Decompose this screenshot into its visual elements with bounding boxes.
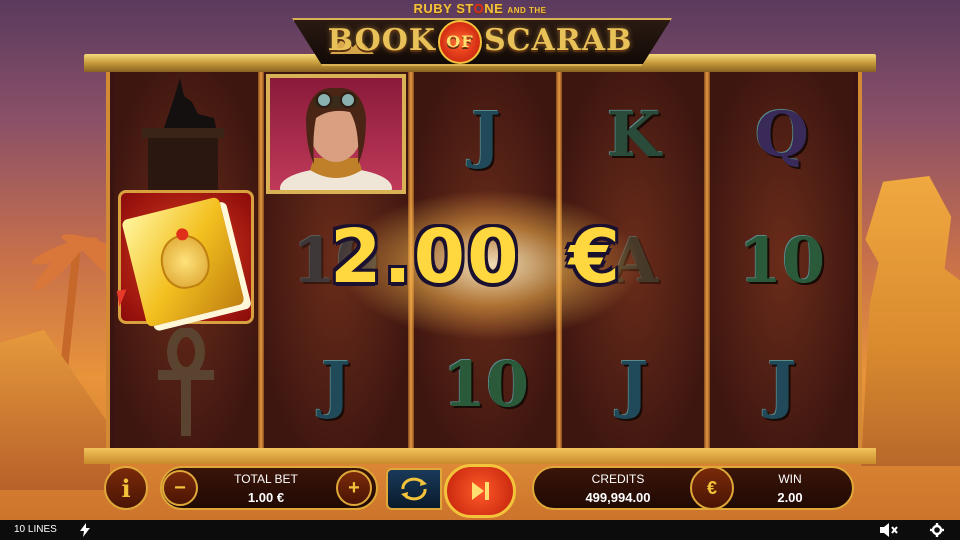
reel5-row1-symbol: Q	[754, 97, 809, 171]
win-label: WIN	[778, 472, 802, 486]
anubis-symbol	[142, 78, 224, 190]
book-scatter-symbol	[118, 190, 254, 328]
logo-of-badge: OF	[437, 20, 482, 64]
win-value: 2.00	[777, 490, 803, 505]
currency-toggle-button[interactable]: €	[690, 466, 734, 510]
play-skip-icon	[472, 482, 489, 500]
turbo-icon[interactable]	[80, 523, 90, 537]
reel5-row3-symbol: J	[767, 347, 797, 421]
lines-indicator: 10 LINES	[14, 524, 57, 535]
autoplay-icon	[401, 477, 427, 501]
reel-1	[114, 72, 258, 448]
win-amount-value: 2.00	[330, 214, 521, 300]
reel-5: Q 10 J	[710, 72, 854, 448]
win-amount-display: 2.00 €	[330, 212, 650, 302]
sound-muted-icon[interactable]	[880, 523, 898, 537]
game-subtitle: RUBY STONE AND THE	[413, 1, 547, 16]
bet-decrease-button[interactable]: −	[162, 470, 198, 506]
credits-value: 499,994.00	[585, 490, 651, 505]
spin-button[interactable]	[444, 464, 516, 518]
total-bet-value: 1.00 €	[247, 490, 285, 505]
scarab-icon	[155, 227, 215, 294]
game-logo: BOOK OF SCARAB	[0, 20, 960, 64]
ankh-symbol	[158, 328, 214, 436]
reel5-row2-symbol: 10	[738, 223, 826, 297]
info-button[interactable]: i	[104, 466, 148, 510]
bet-increase-button[interactable]: +	[336, 470, 372, 506]
credits-label: CREDITS	[591, 472, 645, 486]
win-currency: €	[568, 214, 623, 300]
settings-gear-icon[interactable]	[930, 523, 944, 537]
autoplay-button[interactable]	[386, 468, 442, 510]
control-rail	[84, 448, 876, 464]
total-bet-label: TOTAL BET	[234, 472, 298, 486]
status-bar: 10 LINES	[0, 520, 960, 540]
